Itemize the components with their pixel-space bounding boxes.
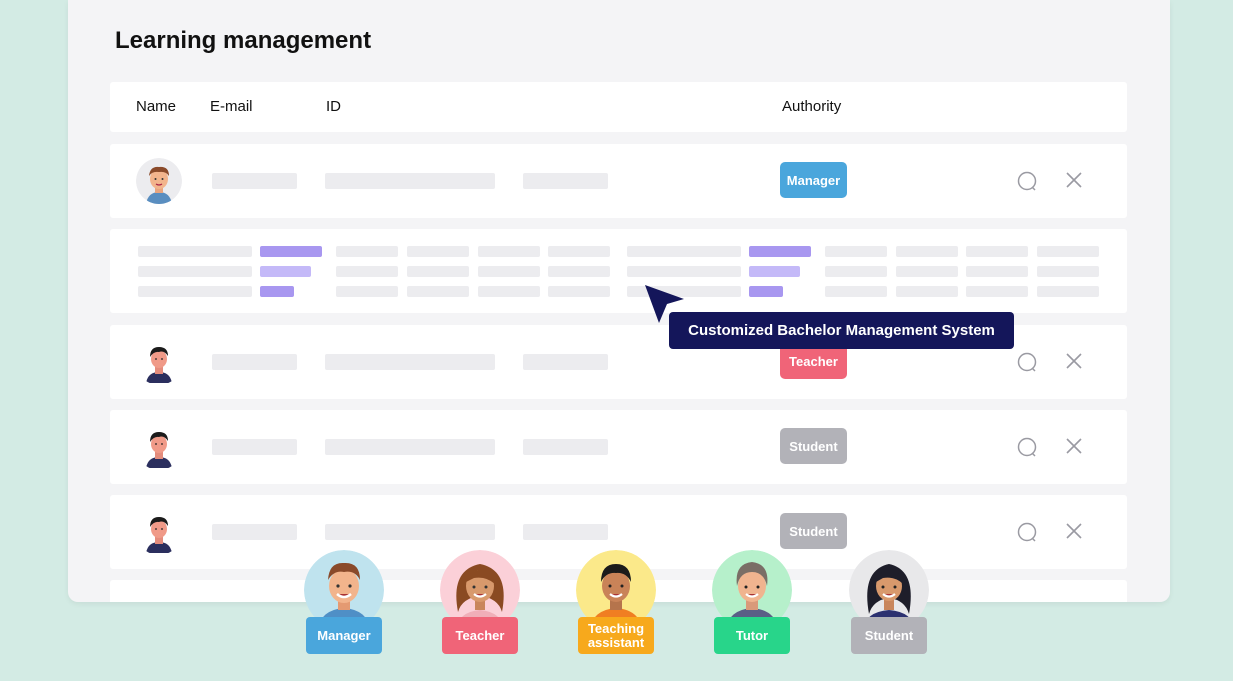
expanded-detail-row bbox=[110, 229, 1127, 313]
close-icon[interactable] bbox=[1064, 521, 1084, 541]
email-placeholder bbox=[212, 354, 297, 370]
column-email[interactable]: E-mail bbox=[210, 98, 253, 115]
email-placeholder bbox=[212, 439, 297, 455]
field-placeholder bbox=[523, 439, 608, 455]
avatar bbox=[146, 347, 172, 383]
table-header: Name E-mail ID Authority bbox=[110, 82, 1127, 132]
id-placeholder bbox=[325, 173, 495, 189]
email-placeholder bbox=[212, 173, 297, 189]
role-card-manager[interactable]: Manager bbox=[304, 550, 384, 660]
id-placeholder bbox=[325, 439, 495, 455]
chat-icon[interactable] bbox=[1016, 521, 1038, 543]
chat-icon[interactable] bbox=[1016, 436, 1038, 458]
close-icon[interactable] bbox=[1064, 170, 1084, 190]
authority-badge[interactable]: Manager bbox=[780, 162, 847, 198]
role-label: Teacher bbox=[442, 617, 518, 654]
field-placeholder bbox=[523, 173, 608, 189]
avatar bbox=[146, 517, 172, 553]
field-placeholder bbox=[523, 524, 608, 540]
close-icon[interactable] bbox=[1064, 351, 1084, 371]
close-icon[interactable] bbox=[1064, 436, 1084, 456]
tooltip: Customized Bachelor Management System bbox=[669, 312, 1014, 349]
role-card-tutor[interactable]: Tutor bbox=[712, 550, 792, 660]
table-row[interactable]: Manager bbox=[110, 144, 1127, 218]
chat-icon[interactable] bbox=[1016, 170, 1038, 192]
role-card-teacher[interactable]: Teacher bbox=[440, 550, 520, 660]
id-placeholder bbox=[325, 354, 495, 370]
page-title: Learning management bbox=[115, 27, 372, 54]
role-label: Teaching assistant bbox=[578, 617, 654, 654]
role-label: Tutor bbox=[714, 617, 790, 654]
column-authority[interactable]: Authority bbox=[782, 98, 841, 115]
learning-management-panel: Learning management Name E-mail ID Autho… bbox=[68, 0, 1170, 602]
email-placeholder bbox=[212, 524, 297, 540]
role-card-student[interactable]: Student bbox=[849, 550, 929, 660]
chat-icon[interactable] bbox=[1016, 351, 1038, 373]
field-placeholder bbox=[523, 354, 608, 370]
avatar bbox=[136, 158, 182, 204]
authority-badge[interactable]: Student bbox=[780, 513, 847, 549]
role-card-teaching-assistant[interactable]: Teaching assistant bbox=[576, 550, 656, 660]
id-placeholder bbox=[325, 524, 495, 540]
avatar bbox=[146, 432, 172, 468]
authority-badge[interactable]: Student bbox=[780, 428, 847, 464]
role-label: Student bbox=[851, 617, 927, 654]
role-label: Manager bbox=[306, 617, 382, 654]
column-name[interactable]: Name bbox=[136, 98, 176, 115]
table-row[interactable]: Student bbox=[110, 410, 1127, 484]
column-id[interactable]: ID bbox=[326, 98, 341, 115]
